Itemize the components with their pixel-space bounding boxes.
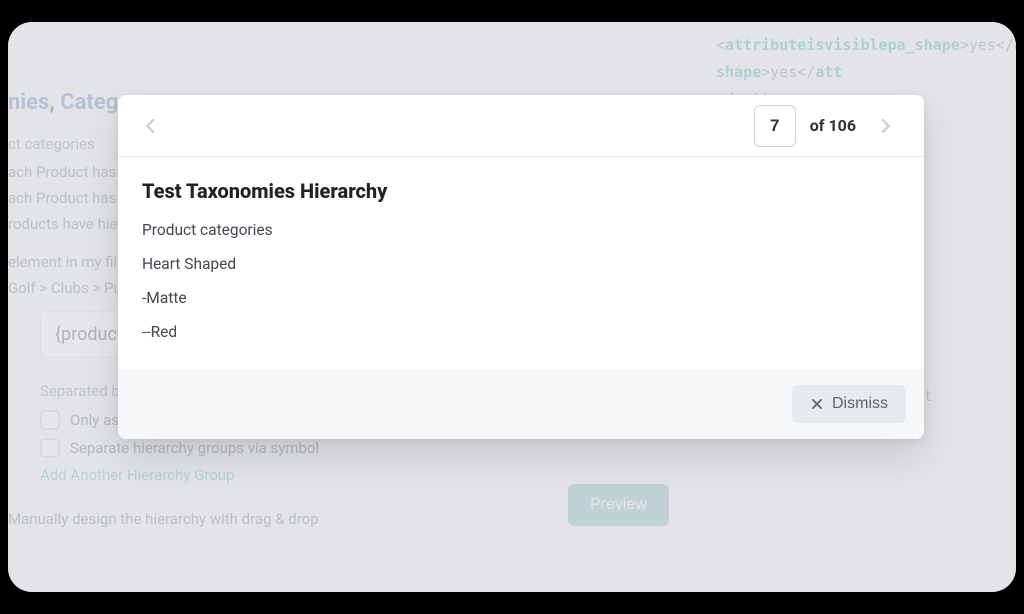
- next-page-button[interactable]: [870, 111, 900, 141]
- prev-page-button[interactable]: [136, 111, 166, 141]
- taxonomy-preview-modal: of 106 Test Taxonomies Hierarchy Product…: [118, 95, 924, 439]
- modal-body: Test Taxonomies Hierarchy Product catego…: [118, 157, 924, 369]
- modal-title: Test Taxonomies Hierarchy: [142, 179, 900, 203]
- taxonomy-line: --Red: [142, 323, 900, 341]
- modal-header: of 106: [118, 95, 924, 157]
- page-number-input[interactable]: [754, 105, 796, 147]
- pager: of 106: [754, 105, 900, 147]
- app-viewport: nies, Categor ct categories ach Product …: [8, 22, 1016, 592]
- dismiss-button[interactable]: Dismiss: [792, 385, 906, 423]
- taxonomy-line: Heart Shaped: [142, 255, 900, 273]
- dismiss-label: Dismiss: [832, 395, 888, 413]
- modal-footer: Dismiss: [118, 369, 924, 439]
- page-total-label: of 106: [810, 116, 856, 135]
- chevron-right-icon: [876, 113, 894, 139]
- chevron-left-icon: [142, 113, 160, 139]
- close-icon: [810, 397, 824, 411]
- taxonomy-line: -Matte: [142, 289, 900, 307]
- taxonomy-line: Product categories: [142, 221, 900, 239]
